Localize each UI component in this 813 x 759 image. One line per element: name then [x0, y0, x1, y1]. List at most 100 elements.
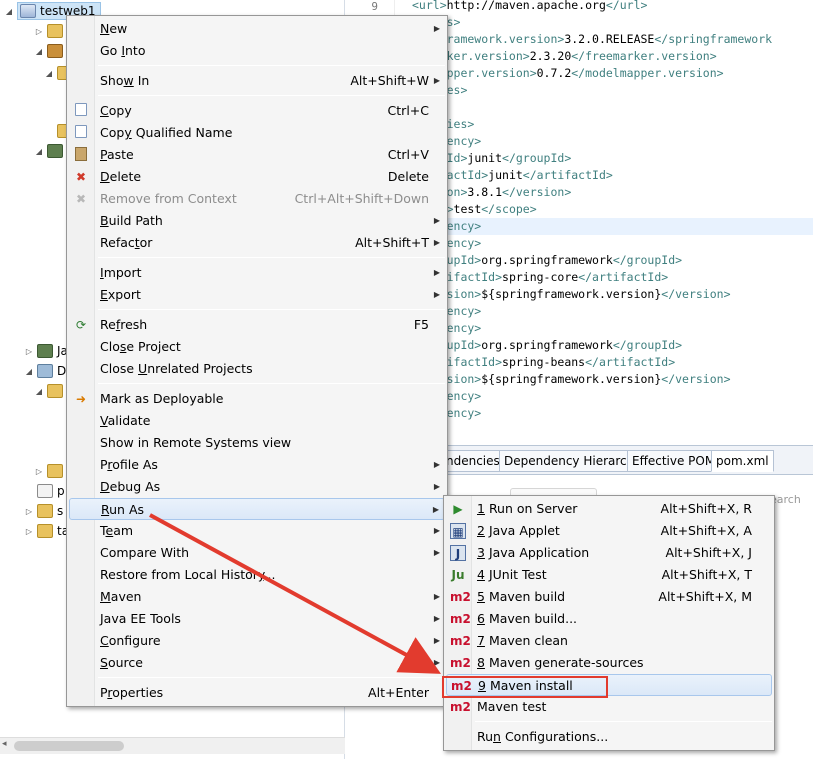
menu-item-label: Copy Qualified Name: [100, 125, 233, 140]
menu-separator: [475, 721, 772, 722]
tab-dependency-hierarchy[interactable]: Dependency Hierarchy: [499, 450, 647, 472]
menu-item-new[interactable]: New ▶: [69, 18, 445, 40]
xml-tag: </modelmapper.version>: [571, 66, 724, 80]
menu-item-copy[interactable]: Copy Ctrl+C: [69, 100, 445, 122]
expand-twisty-icon[interactable]: ▷: [24, 507, 34, 516]
code-line: delmapper.version>0.7.2</modelmapper.ver…: [412, 65, 724, 82]
tree-row[interactable]: p: [24, 481, 65, 501]
shortcut-label: F5: [413, 317, 429, 332]
menu-item-team[interactable]: Team ▶: [69, 520, 445, 542]
highlight-box: [442, 676, 608, 698]
run-as-item-run-configurations[interactable]: Run Configurations...: [446, 726, 772, 748]
menu-separator: [98, 677, 445, 678]
run-as-item-run-on-server[interactable]: ▶ 1 Run on Server Alt+Shift+X, R: [446, 498, 772, 520]
tree-row[interactable]: ▷ ta: [24, 521, 69, 541]
menu-item-copy-qualified-name[interactable]: Copy Qualified Name: [69, 122, 445, 144]
menu-item-restore-from-local-history[interactable]: Restore from Local History...: [69, 564, 445, 586]
tree-row[interactable]: ▷ s: [24, 501, 63, 521]
menu-item-run-as[interactable]: Run As ▶: [69, 498, 445, 520]
expand-twisty-icon[interactable]: ◢: [44, 69, 54, 78]
xml-tag: </scope>: [481, 202, 537, 216]
m2-icon: m2: [450, 634, 471, 648]
lib-icon: [47, 144, 63, 158]
menu-item-properties[interactable]: Properties Alt+Enter: [69, 682, 445, 704]
run-as-item-maven-generate-sources[interactable]: m2 8 Maven generate-sources: [446, 652, 772, 674]
run-as-item-maven-test[interactable]: m2 Maven test: [446, 696, 772, 718]
tree-row[interactable]: ▷ Ja: [24, 341, 68, 361]
m2-icon: m2: [450, 656, 471, 670]
menu-separator: [98, 309, 445, 310]
tab-ndencies[interactable]: ndencies: [441, 450, 505, 472]
menu-item-maven[interactable]: Maven ▶: [69, 586, 445, 608]
menu-item-close-unrelated-projects[interactable]: Close Unrelated Projects: [69, 358, 445, 380]
expand-twisty-icon[interactable]: ◢: [34, 147, 44, 156]
tree-row[interactable]: ▷: [34, 461, 67, 481]
expand-twisty-icon[interactable]: ◢: [24, 367, 34, 376]
menu-item-profile-as[interactable]: Profile As ▶: [69, 454, 445, 476]
menu-item-import[interactable]: Import ▶: [69, 262, 445, 284]
menu-item-mark-as-deployable[interactable]: ➜ Mark as Deployable: [69, 388, 445, 410]
menu-item-delete[interactable]: ✖ Delete Delete: [69, 166, 445, 188]
menu-item-refresh[interactable]: ⟳ Refresh F5: [69, 314, 445, 336]
menu-item-validate[interactable]: Validate: [69, 410, 445, 432]
menu-item-export[interactable]: Export ▶: [69, 284, 445, 306]
expand-twisty-icon[interactable]: ▷: [24, 527, 34, 536]
menu-item-refactor[interactable]: Refactor Alt+Shift+T ▶: [69, 232, 445, 254]
menu-item-label: Delete: [100, 169, 142, 184]
m2-icon: m2: [450, 590, 471, 604]
run-as-item-maven-build[interactable]: m2 5 Maven build Alt+Shift+X, M: [446, 586, 772, 608]
expand-twisty-icon[interactable]: ◢: [4, 7, 14, 16]
horizontal-scrollbar[interactable]: ◂: [0, 737, 345, 754]
run-as-item-junit-test[interactable]: Ju 4 JUnit Test Alt+Shift+X, T: [446, 564, 772, 586]
menu-item-label: Export: [100, 287, 141, 302]
tab-effective-pom[interactable]: Effective POM: [627, 450, 721, 472]
m2-icon: m2: [450, 612, 471, 626]
run-as-item-text: Maven test: [477, 699, 547, 714]
tree-row[interactable]: ◢: [34, 141, 67, 161]
menu-item-build-path[interactable]: Build Path ▶: [69, 210, 445, 232]
tree-row[interactable]: ◢ D: [24, 361, 66, 381]
menu-item-paste[interactable]: Paste Ctrl+V: [69, 144, 445, 166]
tree-label: s: [57, 504, 64, 518]
scroll-left-icon[interactable]: ◂: [2, 739, 7, 749]
code-line: <artifactId>spring-beans</artifactId>: [412, 354, 675, 371]
menu-item-compare-with[interactable]: Compare With ▶: [69, 542, 445, 564]
tab-pom-xml[interactable]: pom.xml: [711, 450, 774, 472]
menu-item-show-in-remote-systems-view[interactable]: Show in Remote Systems view: [69, 432, 445, 454]
eclipse-window: ◢ testweb1 ▷D◢Ja◢◢▷Ja◢D◢▷p▷s▷ta ◂ 9 <url…: [0, 0, 813, 759]
menu-item-configure[interactable]: Configure ▶: [69, 630, 445, 652]
menu-item-java-ee-tools[interactable]: Java EE Tools ▶: [69, 608, 445, 630]
menu-item-label: Close Project: [100, 339, 181, 354]
expand-twisty-icon[interactable]: ▷: [34, 467, 44, 476]
menu-item-close-project[interactable]: Close Project: [69, 336, 445, 358]
xml-tag: </groupId>: [612, 338, 683, 352]
run-as-item-label: 4 JUnit Test: [477, 567, 547, 582]
menu-item-go-into[interactable]: Go Into: [69, 40, 445, 62]
run-as-item-label: 8 Maven generate-sources: [477, 655, 644, 670]
menu-item-show-in[interactable]: Show In Alt+Shift+W ▶: [69, 70, 445, 92]
scrollbar-thumb[interactable]: [14, 741, 124, 751]
xml-tag: <url>: [412, 0, 447, 12]
menu-item-label: Maven: [100, 589, 142, 604]
run-as-item-maven-clean[interactable]: m2 7 Maven clean: [446, 630, 772, 652]
context-menu: New ▶ Go Into Show In Alt+Shift+W ▶ Copy Ctrl+C…: [66, 15, 448, 707]
expand-twisty-icon[interactable]: ▷: [34, 27, 44, 36]
menu-item-label: Debug As: [100, 479, 161, 494]
copy-icon: [75, 125, 87, 138]
folder-icon: [37, 504, 53, 518]
menu-item-debug-as[interactable]: Debug As ▶: [69, 476, 445, 498]
folder-icon: [37, 524, 53, 538]
submenu-arrow-icon: ▶: [433, 290, 440, 299]
submenu-arrow-icon: ▶: [433, 238, 440, 247]
run-as-item-maven-build[interactable]: m2 6 Maven build...: [446, 608, 772, 630]
tree-row[interactable]: ◢: [34, 381, 67, 401]
expand-twisty-icon[interactable]: ◢: [34, 387, 44, 396]
expand-twisty-icon[interactable]: ▷: [24, 347, 34, 356]
run-as-item-java-applet[interactable]: ▦ 2 Java Applet Alt+Shift+X, A: [446, 520, 772, 542]
run-as-item-java-application[interactable]: J 3 Java Application Alt+Shift+X, J: [446, 542, 772, 564]
menu-item-source[interactable]: Source ▶: [69, 652, 445, 674]
shortcut-label: Ctrl+V: [387, 147, 429, 162]
expand-twisty-icon[interactable]: ◢: [34, 47, 44, 56]
menu-item-label: Import: [100, 265, 142, 280]
xml-text: org.springframework: [481, 338, 613, 352]
